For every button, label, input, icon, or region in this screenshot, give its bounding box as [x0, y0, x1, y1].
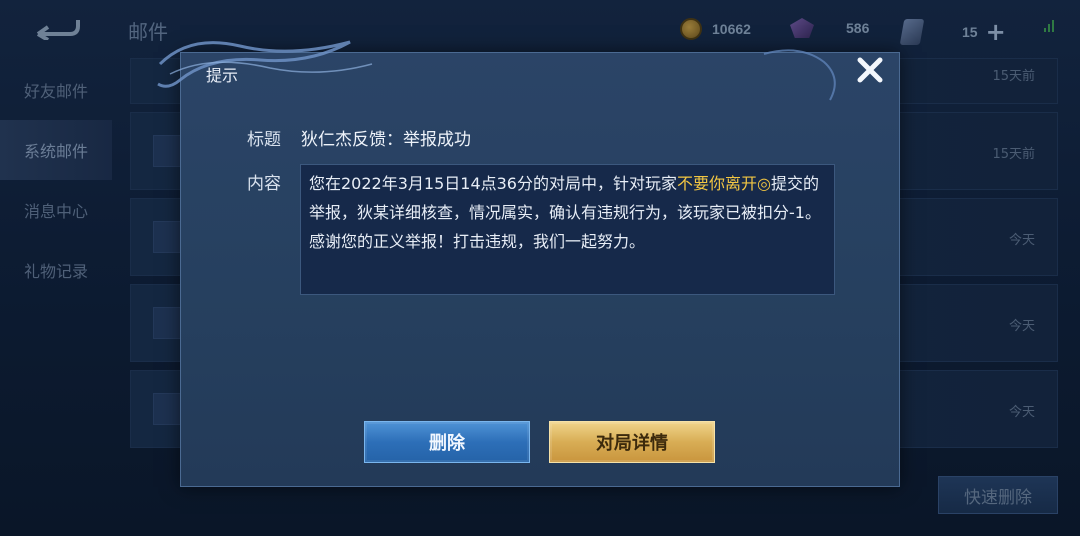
mail-time: 今天 [1008, 405, 1035, 420]
top-bar: 邮件 10662 586 15 + [0, 0, 1080, 58]
mail-title: 狄仁杰反馈：举报成功 [301, 130, 471, 150]
sidebar-item-system-mail[interactable]: 系统邮件 [0, 120, 112, 180]
plus-icon[interactable]: + [986, 18, 1006, 46]
coupon-currency: 15 + [899, 18, 1006, 46]
mail-time: 15天前 [992, 147, 1035, 162]
signal-icon [1044, 20, 1054, 32]
title-label: 标题 [247, 130, 281, 150]
diamond-currency: 586 [790, 18, 869, 38]
content-text-part1: 您在2022年3月15日14点36分的对局中，针对玩家 [309, 174, 677, 193]
gold-currency: 10662 [680, 18, 751, 40]
sidebar: 好友邮件 系统邮件 消息中心 礼物记录 [0, 60, 112, 300]
sidebar-item-friend-mail[interactable]: 好友邮件 [0, 60, 112, 120]
coupon-icon [899, 19, 925, 45]
mail-content: 您在2022年3月15日14点36分的对局中，针对玩家不要你离开◎提交的举报，狄… [300, 164, 835, 295]
quick-delete-button[interactable]: 快速删除 [938, 476, 1058, 514]
delete-button[interactable]: 删除 [364, 421, 530, 463]
sidebar-item-message-center[interactable]: 消息中心 [0, 180, 112, 240]
match-details-button[interactable]: 对局详情 [549, 421, 715, 463]
coupon-amount: 15 [962, 24, 978, 40]
dialog-header: 提示 [206, 66, 239, 85]
mail-time: 今天 [1008, 319, 1035, 334]
diamond-amount: 586 [846, 20, 870, 36]
content-label: 内容 [247, 174, 281, 194]
reported-player-name: 不要你离开◎ [676, 174, 771, 193]
diamond-icon [790, 18, 814, 38]
page-title: 邮件 [128, 20, 168, 44]
mail-time: 15天前 [992, 69, 1035, 84]
mail-time: 今天 [1008, 233, 1035, 248]
close-icon[interactable] [852, 52, 888, 88]
sidebar-item-gift-records[interactable]: 礼物记录 [0, 240, 112, 300]
back-arrow-icon[interactable] [34, 16, 82, 44]
gold-amount: 10662 [712, 21, 751, 37]
gold-coin-icon [680, 18, 702, 40]
